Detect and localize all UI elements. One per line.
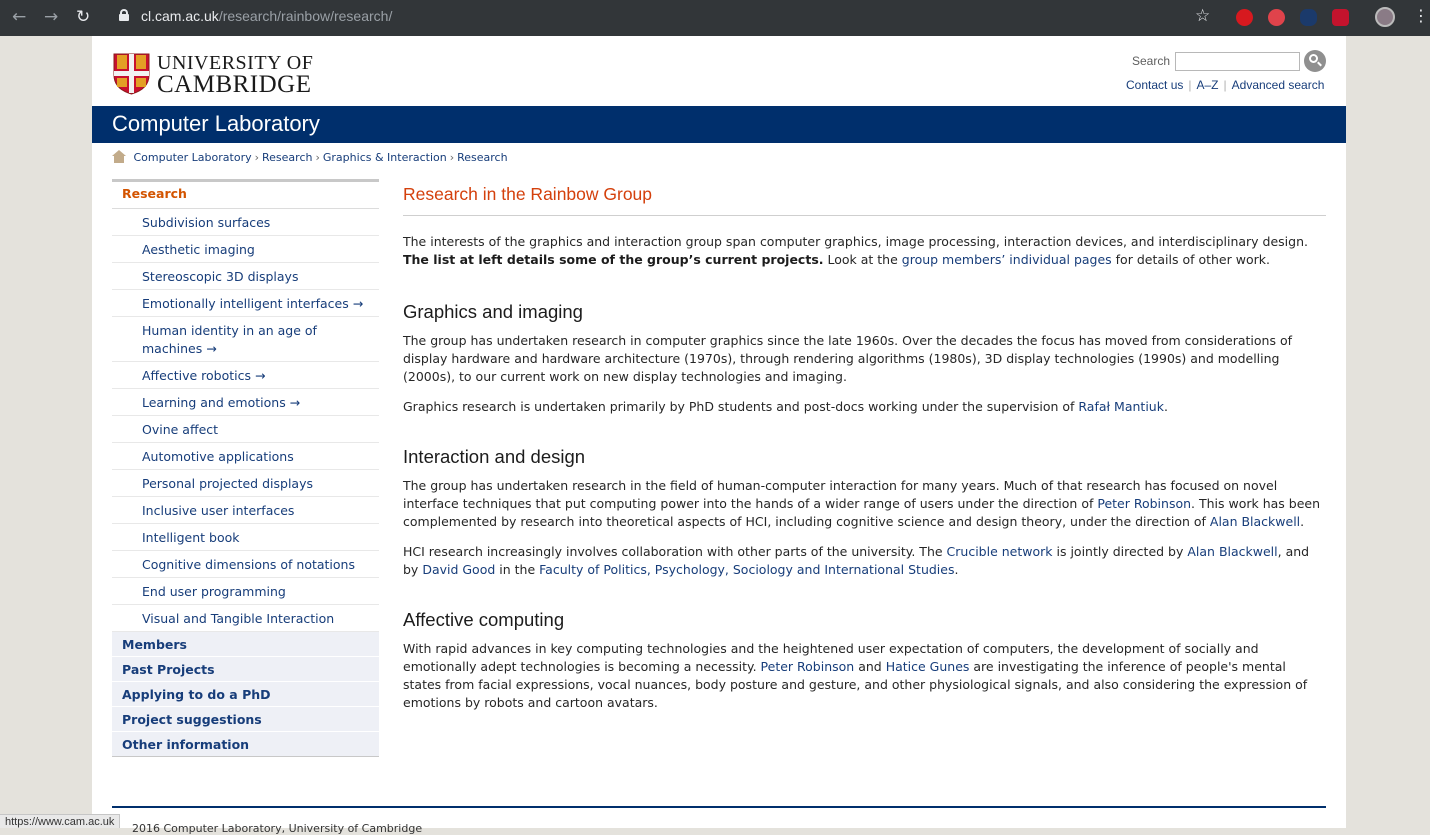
department-banner: Computer Laboratory (92, 106, 1346, 143)
sidebar-item-human-identity[interactable]: Human identity in an age of machines → (112, 317, 379, 362)
logo-line1: UNIVERSITY OF (157, 52, 314, 74)
interaction-paragraph-1: The group has undertaken research in the… (403, 478, 1321, 529)
logo-line2: CAMBRIDGE (157, 71, 312, 98)
interaction-paragraph-2: HCI research increasingly involves colla… (403, 544, 1310, 577)
graphics-paragraph-1: The group has undertaken research in com… (403, 333, 1293, 384)
sidebar-section-project-suggestions[interactable]: Project suggestions (112, 707, 379, 732)
lock-icon (119, 9, 129, 21)
back-arrow-icon[interactable]: ← (12, 7, 26, 27)
alan-blackwell-link-2[interactable]: Alan Blackwell (1187, 544, 1277, 559)
rafal-mantiuk-link[interactable]: Rafał Mantiuk (1078, 399, 1164, 414)
intro-paragraph: The interests of the graphics and intera… (403, 234, 1308, 267)
sidebar-item-visual-tangible[interactable]: Visual and Tangible Interaction (112, 605, 379, 632)
sidebar-section-applying-phd[interactable]: Applying to do a PhD (112, 682, 379, 707)
sidebar-section-past-projects[interactable]: Past Projects (112, 657, 379, 682)
heading-affective-computing: Affective computing (403, 609, 565, 630)
breadcrumb-research-current[interactable]: Research (457, 151, 507, 164)
reload-icon[interactable]: ↻ (76, 7, 90, 27)
intro-bold-text: The list at left details some of the gro… (403, 252, 824, 267)
url-host: cl.cam.ac.uk (141, 8, 219, 24)
search-input[interactable] (1175, 52, 1300, 71)
sidebar-nav: Research Subdivision surfaces Aesthetic … (112, 179, 379, 757)
logo-wordmark: UNIVERSITY OF CAMBRIDGE (157, 53, 313, 97)
department-title[interactable]: Computer Laboratory (112, 111, 320, 137)
extension-m-icon[interactable] (1332, 9, 1349, 26)
hatice-gunes-link[interactable]: Hatice Gunes (886, 659, 970, 674)
link-status-bar: https://www.cam.ac.uk (0, 814, 121, 828)
bookmark-star-icon[interactable]: ☆ (1195, 6, 1210, 26)
graphics-paragraph-2: Graphics research is undertaken primaril… (403, 399, 1168, 414)
home-icon[interactable] (112, 150, 126, 163)
sidebar-item-emotionally-intelligent[interactable]: Emotionally intelligent interfaces → (112, 290, 379, 317)
url-path: /research/rainbow/research/ (218, 8, 393, 24)
faculty-pppsis-link[interactable]: Faculty of Politics, Psychology, Sociolo… (539, 562, 954, 577)
a-z-link[interactable]: A–Z (1197, 78, 1219, 92)
breadcrumb-computer-laboratory[interactable]: Computer Laboratory (134, 151, 252, 164)
browser-menu-icon[interactable]: ⋮ (1413, 6, 1429, 25)
footer-divider (112, 806, 1326, 808)
crucible-network-link[interactable]: Crucible network (947, 544, 1053, 559)
search-label: Search (1132, 54, 1171, 68)
sidebar-item-cognitive-dimensions[interactable]: Cognitive dimensions of notations (112, 551, 379, 578)
footer-copyright: 2016 Computer Laboratory, University of … (132, 822, 423, 835)
sidebar-section-members[interactable]: Members (112, 632, 379, 657)
peter-robinson-link[interactable]: Peter Robinson (1097, 496, 1191, 511)
university-logo[interactable]: UNIVERSITY OF CAMBRIDGE (113, 53, 328, 97)
david-good-link[interactable]: David Good (422, 562, 495, 577)
alan-blackwell-link[interactable]: Alan Blackwell (1210, 514, 1300, 529)
web-page: UNIVERSITY OF CAMBRIDGE Search Contact u… (92, 36, 1346, 835)
breadcrumb: Computer Laboratory › Research › Graphics & … (112, 150, 508, 164)
heading-interaction-design: Interaction and design (403, 446, 586, 467)
breadcrumb-graphics-interaction[interactable]: Graphics & Interaction (323, 151, 447, 164)
heading-graphics-imaging: Graphics and imaging (403, 301, 583, 322)
sidebar-item-subdivision-surfaces[interactable]: Subdivision surfaces (112, 209, 379, 236)
sidebar-item-aesthetic-imaging[interactable]: Aesthetic imaging (112, 236, 379, 263)
page-title: Research in the Rainbow Group (403, 184, 1326, 216)
sidebar-item-intelligent-book[interactable]: Intelligent book (112, 524, 379, 551)
sidebar-heading-research[interactable]: Research (112, 179, 379, 209)
search-button[interactable] (1304, 50, 1326, 72)
sidebar-item-learning-emotions[interactable]: Learning and emotions → (112, 389, 379, 416)
extension-shield-icon[interactable] (1268, 9, 1285, 26)
extension-dark-icon[interactable] (1300, 9, 1317, 26)
extension-adblock-icon[interactable] (1236, 9, 1253, 26)
profile-avatar[interactable] (1375, 7, 1395, 27)
cambridge-shield-icon (113, 53, 150, 95)
advanced-search-link[interactable]: Advanced search (1232, 78, 1325, 92)
sidebar-item-inclusive-ui[interactable]: Inclusive user interfaces (112, 497, 379, 524)
main-content: Research in the Rainbow Group The intere… (403, 184, 1326, 712)
peter-robinson-link-2[interactable]: Peter Robinson (761, 659, 855, 674)
affective-paragraph-1: With rapid advances in key computing tec… (403, 641, 1308, 710)
sidebar-item-affective-robotics[interactable]: Affective robotics → (112, 362, 379, 389)
sidebar-item-automotive[interactable]: Automotive applications (112, 443, 379, 470)
contact-us-link[interactable]: Contact us (1126, 78, 1183, 92)
breadcrumb-research[interactable]: Research (262, 151, 312, 164)
sidebar-item-end-user-programming[interactable]: End user programming (112, 578, 379, 605)
sidebar-item-ovine-affect[interactable]: Ovine affect (112, 416, 379, 443)
group-members-link[interactable]: group members’ individual pages (902, 252, 1112, 267)
forward-arrow-icon[interactable]: → (44, 7, 58, 27)
sidebar-section-other-information[interactable]: Other information (112, 732, 379, 757)
utility-links: Contact us | A–Z | Advanced search (1126, 78, 1325, 92)
sidebar-item-stereoscopic-3d[interactable]: Stereoscopic 3D displays (112, 263, 379, 290)
address-bar[interactable]: cl.cam.ac.uk/research/rainbow/research/ (141, 8, 392, 24)
sidebar-item-projected-displays[interactable]: Personal projected displays (112, 470, 379, 497)
browser-toolbar: ← → ↻ cl.cam.ac.uk/research/rainbow/rese… (0, 0, 1430, 36)
